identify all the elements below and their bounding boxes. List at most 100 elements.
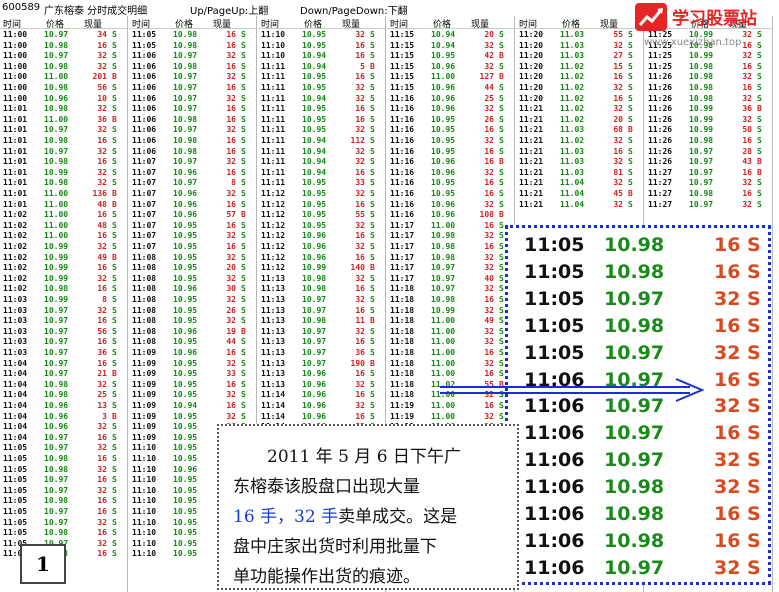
tick-time: 11:02	[3, 284, 28, 294]
tick-volume: 15	[613, 61, 623, 71]
tick-volume: 16	[484, 178, 494, 188]
tick-price: 10.97	[431, 273, 456, 283]
tick-side: S	[370, 284, 375, 294]
tick-row: 11:05 10.98 16 S	[0, 495, 127, 506]
tick-row: 11:07 10.96 32 S	[129, 188, 256, 199]
tick-volume: 16	[226, 348, 236, 357]
zoom-panel: 11:05 10.98 16 S 11:05 10.98 16 S 11:05 10.97 32…	[505, 225, 771, 585]
tick-volume: 32	[742, 178, 752, 188]
tick-price: 10.99	[689, 114, 714, 124]
tick-row: 11:27 10.97 32 S	[645, 199, 772, 210]
tick-time: 11:17	[390, 220, 415, 230]
tick-price: 10.97	[44, 146, 69, 156]
tick-volume: 32	[613, 199, 623, 209]
tick-row: 11:13 10.96 32 S	[258, 379, 385, 390]
tick-price: 10.95	[173, 316, 198, 326]
tick-side: S	[628, 104, 633, 114]
zoom-price: 10.98	[604, 476, 665, 499]
tick-time: 11:10	[261, 40, 286, 50]
tick-volume: 16	[226, 146, 236, 156]
tick-side: B	[499, 51, 504, 61]
tick-side: S	[370, 326, 375, 336]
tick-price: 11.02	[560, 61, 585, 71]
tick-side: S	[370, 379, 375, 389]
tick-volume: 50	[742, 125, 752, 135]
page-down-hint[interactable]: Down/PageDown:下翻	[300, 2, 408, 17]
tick-volume: 32	[355, 326, 365, 336]
tick-volume: 16	[613, 146, 623, 156]
tick-row: 11:07 10.96 16 S	[129, 167, 256, 178]
tick-volume: 16	[355, 40, 365, 50]
tick-price: 10.95	[302, 199, 327, 209]
tick-time: 11:06	[132, 83, 157, 92]
zoom-volume: 16 S	[714, 260, 761, 283]
tick-row: 11:21 11.04 32 S	[516, 177, 643, 188]
tick-time: 11:10	[132, 464, 157, 474]
figure-number-badge: 1	[20, 544, 66, 584]
tick-side: S	[241, 231, 246, 241]
tick-side: S	[112, 538, 117, 548]
tick-time: 11:04	[3, 422, 28, 432]
tick-time: 11:11	[261, 146, 286, 156]
tick-row: 11:02 10.98 16 S	[0, 283, 127, 294]
tick-time: 11:16	[390, 136, 415, 145]
tick-side: S	[370, 231, 375, 241]
tick-row: 11:02 10.99 49 B	[0, 252, 127, 263]
tick-side: S	[241, 72, 246, 82]
tick-time: 11:00	[3, 51, 28, 61]
tick-time: 11:12	[261, 199, 286, 209]
tick-side: S	[112, 295, 117, 304]
tick-time: 11:16	[390, 199, 415, 209]
tick-time: 11:20	[519, 30, 544, 39]
tick-volume: 16	[226, 30, 236, 39]
tick-price: 10.96	[173, 210, 198, 220]
tick-volume: 32	[484, 263, 494, 273]
tick-price: 10.97	[44, 326, 69, 336]
tick-time: 11:06	[132, 146, 157, 156]
note-line-1: 2011 年 5 月 6 日下午广	[267, 447, 461, 467]
tick-price: 10.98	[44, 379, 69, 389]
tick-time: 11:00	[3, 83, 28, 92]
tick-price: 10.95	[302, 189, 327, 198]
tick-row: 11:04 10.97 16 S	[0, 432, 127, 443]
tick-volume: 32	[355, 242, 365, 251]
tick-volume: 16	[97, 210, 107, 220]
tick-row: 11:00 10.98 16 S	[0, 40, 127, 51]
tick-price: 10.96	[431, 93, 456, 103]
tick-price: 11.00	[44, 231, 69, 241]
tick-volume: 32	[226, 189, 236, 198]
tick-side: S	[112, 273, 117, 283]
tick-price: 10.95	[173, 252, 198, 262]
tick-row: 11:10 10.95 16 S	[258, 40, 385, 51]
tick-time: 11:05	[132, 40, 157, 50]
tick-volume: 16	[355, 369, 365, 379]
tick-row: 11:21 11.03 81 S	[516, 167, 643, 178]
zoom-volume: 32 S	[714, 556, 761, 579]
watermark: 学习股票站 www.xuexizhan.top	[634, 2, 776, 48]
tick-row: 11:01 10.99 32 S	[0, 167, 127, 178]
tick-time: 11:15	[390, 83, 415, 92]
tick-row: 11:20 11.03 55 S	[516, 29, 643, 40]
tick-time: 11:13	[261, 305, 286, 315]
tick-price: 10.97	[302, 305, 327, 315]
tick-time: 11:19	[390, 401, 415, 410]
tick-time: 11:08	[132, 284, 157, 294]
tick-price: 11.00	[44, 72, 69, 82]
page-up-hint[interactable]: Up/PageUp:上翻	[190, 2, 268, 17]
tick-time: 11:07	[132, 220, 157, 230]
zoom-time: 11:05	[524, 341, 585, 364]
tick-side: B	[757, 157, 762, 167]
tick-side: S	[499, 83, 504, 92]
tick-time: 11:13	[261, 295, 286, 304]
tick-time: 11:26	[648, 104, 673, 114]
tick-row: 11:16 10.95 26 S	[387, 114, 514, 125]
tick-side: B	[112, 411, 117, 421]
tick-volume: 201	[92, 72, 107, 82]
tick-side: S	[499, 411, 504, 421]
tick-volume: 33	[355, 178, 365, 188]
tick-price: 10.98	[44, 157, 69, 167]
tick-time: 11:26	[648, 157, 673, 167]
tick-side: S	[112, 507, 117, 516]
right-arrow-icon	[440, 378, 705, 402]
tick-price: 10.95	[302, 30, 327, 39]
